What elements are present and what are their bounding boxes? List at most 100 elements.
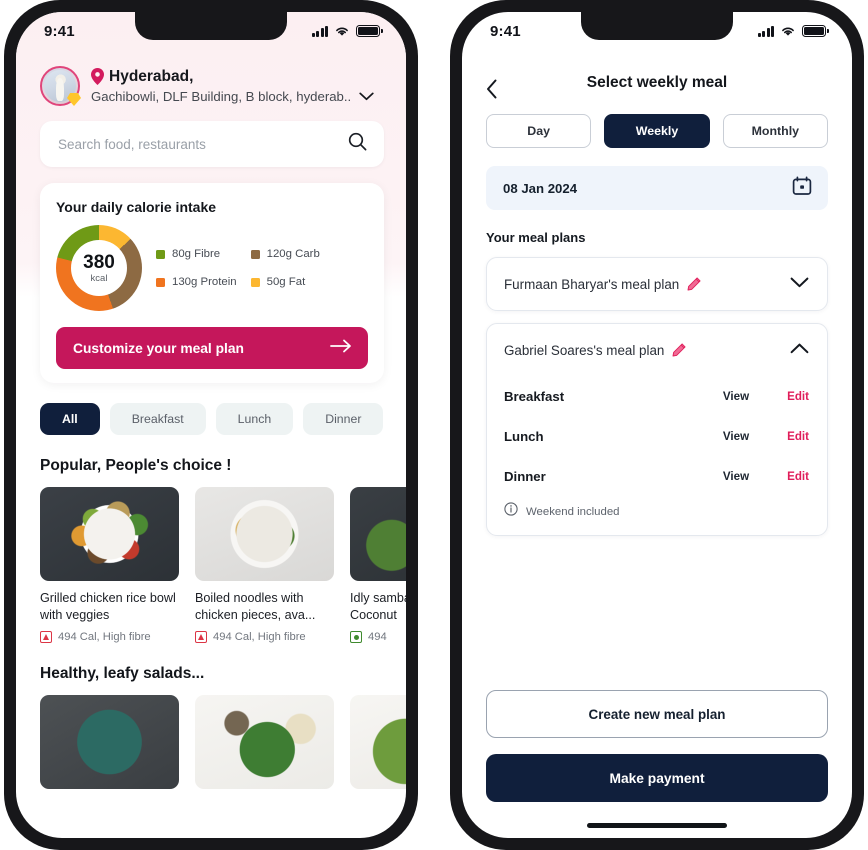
date-field[interactable]: 08 Jan 2024 — [486, 166, 828, 210]
meal-plan-header[interactable]: Furmaan Bharyar's meal plan — [487, 258, 827, 310]
wifi-icon — [336, 27, 348, 36]
legend-swatch — [156, 277, 165, 287]
chevron-down-icon[interactable] — [790, 275, 809, 293]
food-meta: 494 Cal, High fibre — [195, 631, 334, 643]
search-input[interactable] — [58, 136, 321, 152]
calorie-card-title: Your daily calorie intake — [56, 199, 217, 215]
meal-plan-body: Breakfast View Edit Lunch View Edit Dinner View… — [487, 376, 827, 535]
location-pin-icon — [91, 68, 104, 85]
section-title: Popular, People's choice ! — [40, 457, 232, 474]
address-text-block: Hyderabad, Gachibowli, DLF Building, B b… — [91, 67, 374, 106]
address-line: Gachibowli, DLF Building, B block, hyder… — [91, 88, 352, 104]
food-card[interactable] — [40, 695, 179, 789]
food-image — [195, 695, 334, 789]
meal-row: Lunch View Edit — [504, 416, 809, 456]
chevron-down-icon[interactable] — [359, 88, 374, 106]
meal-label: Lunch — [504, 428, 544, 444]
food-image — [40, 695, 179, 789]
notch — [581, 12, 733, 40]
food-name: Idly sambar with Coconut — [350, 591, 406, 622]
legend-swatch — [250, 277, 260, 287]
nonveg-icon — [40, 631, 52, 643]
meal-plan-card[interactable]: Gabriel Soares's meal plan Breakfast View E… — [486, 323, 828, 536]
view-link[interactable]: View — [723, 390, 749, 403]
calorie-value: 380 — [83, 251, 115, 273]
food-name: Boiled noodles with chicken pieces, ava.… — [195, 591, 316, 622]
food-carousel[interactable]: Grilled chicken rice bowl with veggies 49… — [16, 475, 406, 643]
weekend-note: Weekend included — [504, 502, 809, 521]
meal-plan-header[interactable]: Gabriel Soares's meal plan — [487, 324, 827, 376]
search-icon[interactable] — [348, 132, 367, 156]
page-title: Select weekly meal — [586, 74, 728, 91]
food-carousel[interactable] — [16, 683, 406, 789]
arrow-right-icon — [330, 339, 352, 358]
food-meta: 494 — [350, 631, 406, 643]
chevron-up-icon[interactable] — [790, 341, 809, 359]
weekend-note-text: Weekend included — [526, 505, 620, 518]
cellular-signal-icon — [757, 25, 774, 37]
calorie-unit: kcal — [90, 272, 108, 284]
calendar-icon[interactable] — [792, 175, 812, 201]
location-header[interactable]: Hyderabad, Gachibowli, DLF Building, B b… — [16, 50, 406, 106]
calorie-intake-card: Your daily calorie intake 380 kcal 80g F… — [40, 183, 384, 383]
city-name: Hyderabad, — [109, 67, 194, 85]
edit-link[interactable]: Edit — [787, 470, 809, 483]
create-new-meal-plan-button[interactable]: Create new meal plan — [486, 690, 828, 738]
status-icons — [311, 25, 383, 37]
user-avatar[interactable] — [40, 66, 81, 106]
section-title: Healthy, leafy salads... — [40, 665, 205, 682]
filter-chip-dinner[interactable]: Dinner — [303, 403, 384, 435]
calorie-card-body: 380 kcal 80g Fibre 120g Carb 130g Protein 5… — [56, 225, 368, 311]
right-phone-screen: 9:41 Select weekly meal Day Weekly Month… — [462, 12, 852, 838]
food-card[interactable] — [350, 695, 406, 789]
meal-filter-chips[interactable]: All Breakfast Lunch Dinner — [16, 383, 406, 435]
filter-chip-lunch[interactable]: Lunch — [215, 403, 294, 435]
search-bar[interactable] — [40, 121, 384, 167]
edit-link[interactable]: Edit — [787, 390, 809, 403]
segment-monthly[interactable]: Monthly — [722, 114, 828, 148]
view-link[interactable]: View — [723, 470, 749, 483]
customize-meal-plan-label: Customize your meal plan — [73, 340, 244, 356]
food-card[interactable]: Grilled chicken rice bowl with veggies 49… — [40, 487, 179, 643]
premium-gem-icon — [67, 93, 81, 106]
filter-chip-breakfast[interactable]: Breakfast — [109, 403, 206, 435]
meal-plan-name: Furmaan Bharyar's meal plan — [504, 276, 680, 292]
footer-actions: Create new meal plan Make payment — [486, 690, 828, 802]
calorie-legend: 80g Fibre 120g Carb 130g Protein 50g Fat — [156, 248, 320, 288]
filter-chip-all[interactable]: All — [40, 403, 100, 435]
legend-item: 130g Protein — [156, 276, 237, 288]
food-card[interactable]: Idly sambar with Coconut 494 — [350, 487, 406, 643]
veg-icon — [350, 631, 362, 643]
food-image — [350, 487, 406, 581]
segment-day[interactable]: Day — [486, 114, 592, 148]
food-calories: 494 Cal, High fibre — [58, 631, 151, 643]
edit-link[interactable]: Edit — [787, 430, 809, 443]
make-payment-button[interactable]: Make payment — [486, 754, 828, 802]
view-link[interactable]: View — [723, 430, 749, 443]
plan-period-segmented-control[interactable]: Day Weekly Monthly — [462, 106, 852, 148]
info-icon — [504, 502, 518, 521]
pencil-icon[interactable] — [672, 343, 686, 357]
meal-plan-card[interactable]: Furmaan Bharyar's meal plan — [486, 257, 828, 311]
battery-icon — [802, 25, 829, 37]
segment-weekly[interactable]: Weekly — [604, 114, 710, 148]
food-meta: 494 Cal, High fibre — [40, 631, 179, 643]
pencil-icon — [672, 343, 686, 357]
food-image — [40, 487, 179, 581]
food-card[interactable]: Boiled noodles with chicken pieces, ava.… — [195, 487, 334, 643]
meal-row: Dinner View Edit — [504, 456, 809, 496]
customize-meal-plan-button[interactable]: Customize your meal plan — [56, 327, 368, 369]
pencil-icon[interactable] — [687, 277, 701, 291]
left-phone-frame: 9:41 Hyderabad, Gachibowli, DLF Building… — [4, 0, 418, 850]
page-header: Select weekly meal — [462, 50, 852, 106]
battery-icon — [356, 25, 383, 37]
meal-label: Dinner — [504, 468, 546, 484]
right-content: Select weekly meal Day Weekly Monthly 08 J… — [462, 50, 852, 838]
food-card[interactable] — [195, 695, 334, 789]
food-name: Grilled chicken rice bowl with veggies — [40, 591, 176, 622]
calorie-donut-chart: 380 kcal — [56, 225, 142, 311]
left-scroll-area[interactable]: Hyderabad, Gachibowli, DLF Building, B b… — [16, 50, 406, 838]
legend-swatch — [250, 249, 260, 259]
status-time: 9:41 — [44, 22, 75, 40]
meal-actions: View Edit — [723, 390, 809, 403]
